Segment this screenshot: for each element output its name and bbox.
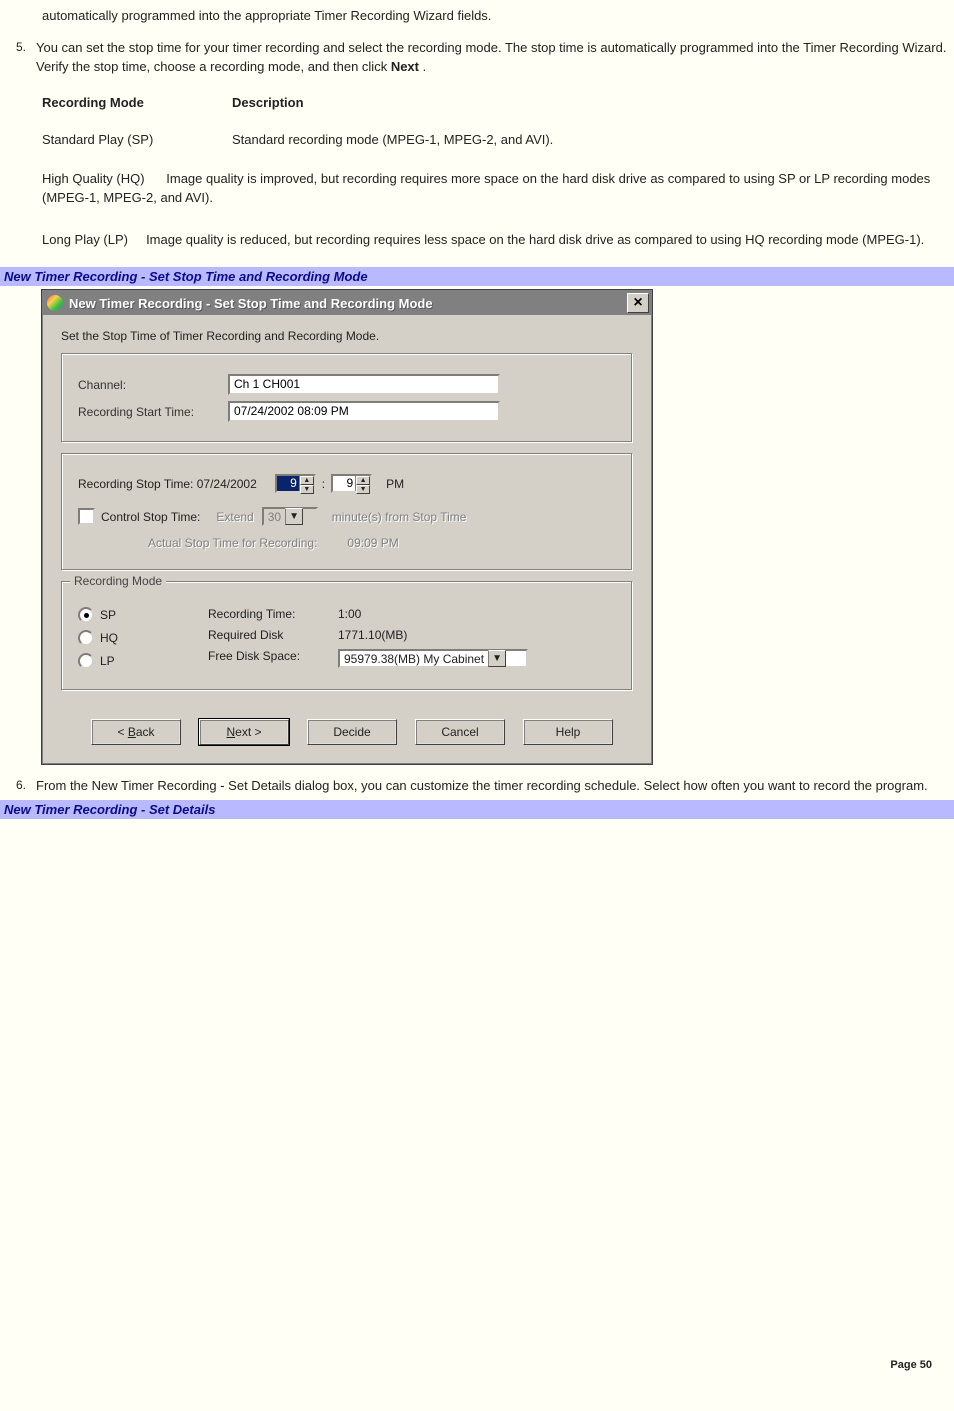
radio-hq[interactable] [78, 630, 94, 646]
channel-label: Channel: [78, 378, 228, 392]
recording-mode-legend: Recording Mode [70, 574, 166, 588]
stop-minute-spinner[interactable]: 9 ▲▼ [331, 474, 372, 493]
radio-lp-row[interactable]: LP [78, 653, 208, 669]
extend-combo: 30 ▼ [262, 507, 318, 526]
close-button[interactable]: × [627, 293, 649, 313]
radio-hq-row[interactable]: HQ [78, 630, 208, 646]
freedisk-combo[interactable]: 95979.38(MB) My Cabinet ▼ [338, 649, 528, 668]
extend-label: Extend [216, 510, 253, 524]
step-5: 5. You can set the stop time for your ti… [0, 38, 954, 77]
radio-sp-label: SP [100, 608, 116, 622]
radio-lp-label: LP [100, 654, 115, 668]
step-6: 6. From the New Timer Recording - Set De… [0, 776, 954, 796]
group-channel-start: Channel: Ch 1 CH001 Recording Start Time… [61, 353, 633, 443]
control-stop-time-checkbox[interactable] [78, 508, 95, 525]
dialog-title: New Timer Recording - Set Stop Time and … [69, 296, 627, 311]
decide-button[interactable]: Decide [307, 719, 397, 745]
radio-lp[interactable] [78, 653, 94, 669]
spinner-arrows-icon[interactable]: ▲▼ [299, 476, 314, 491]
step-5-text-b: . [419, 59, 426, 74]
dialog-button-bar: < Back Next > Decide Cancel Help [61, 719, 633, 745]
dialog-subtitle: Set the Stop Time of Timer Recording and… [61, 329, 633, 343]
rectime-value: 1:00 [338, 607, 616, 621]
extend-value: 30 [264, 510, 285, 524]
freedisk-label: Free Disk Space: [208, 649, 338, 663]
app-icon [47, 295, 63, 311]
table-row3-desc: Image quality is reduced, but recording … [146, 232, 924, 247]
table-row1-mode: Standard Play (SP) [42, 132, 232, 147]
step-6-body: From the New Timer Recording - Set Detai… [36, 776, 954, 796]
back-button[interactable]: < Back [91, 719, 181, 745]
stop-colon: : [322, 477, 325, 491]
stop-hour-spinner[interactable]: 9 ▲▼ [275, 474, 316, 493]
table-row1-desc: Standard recording mode (MPEG-1, MPEG-2,… [232, 132, 954, 147]
intro-paragraph: automatically programmed into the approp… [0, 6, 954, 26]
spinner-arrows-icon[interactable]: ▲▼ [355, 476, 370, 491]
start-time-input[interactable]: 07/24/2002 08:09 PM [228, 401, 500, 422]
step-6-number: 6. [0, 776, 36, 792]
dialog-stop-time: New Timer Recording - Set Stop Time and … [42, 290, 652, 764]
freedisk-value: 95979.38(MB) My Cabinet [340, 652, 488, 666]
radio-hq-label: HQ [100, 631, 118, 645]
table-header-desc: Description [232, 95, 304, 110]
cancel-button[interactable]: Cancel [415, 719, 505, 745]
reqdisk-label: Required Disk [208, 628, 338, 642]
step-5-text-a: You can set the stop time for your timer… [36, 40, 946, 75]
chevron-down-icon: ▼ [285, 508, 303, 525]
page-footer: Page 50 [0, 1359, 954, 1371]
radio-sp-row[interactable]: SP [78, 607, 208, 623]
help-button[interactable]: Help [523, 719, 613, 745]
next-button[interactable]: Next > [199, 719, 289, 745]
extend-suffix: minute(s) from Stop Time [332, 510, 467, 524]
caption-stop-time: New Timer Recording - Set Stop Time and … [0, 267, 954, 286]
group-stop-control: Recording Stop Time: 07/24/2002 9 ▲▼ : 9… [61, 453, 633, 571]
actual-stop-label: Actual Stop Time for Recording: [148, 536, 317, 550]
step-5-body: You can set the stop time for your timer… [36, 38, 954, 77]
step-5-bold: Next [391, 59, 419, 74]
stop-time-label: Recording Stop Time: 07/24/2002 [78, 477, 257, 491]
control-stop-time-label: Control Stop Time: [101, 510, 200, 524]
caption-set-details: New Timer Recording - Set Details [0, 800, 954, 819]
recording-mode-table: Recording Mode Description Standard Play… [42, 95, 954, 250]
reqdisk-value: 1771.10(MB) [338, 628, 616, 642]
group-recording-mode: Recording Mode SP HQ [61, 581, 633, 691]
step-5-number: 5. [0, 38, 36, 54]
table-row3-mode: Long Play (LP) [42, 232, 128, 247]
table-row2-mode: High Quality (HQ) [42, 171, 145, 186]
channel-input[interactable]: Ch 1 CH001 [228, 374, 500, 395]
rectime-label: Recording Time: [208, 607, 338, 621]
table-header-mode: Recording Mode [42, 95, 144, 110]
stop-minute-value: 9 [333, 476, 355, 491]
table-row2-desc: Image quality is improved, but recording… [42, 171, 930, 206]
stop-ampm: PM [386, 477, 404, 491]
stop-hour-value: 9 [277, 476, 299, 491]
start-time-label: Recording Start Time: [78, 405, 228, 419]
radio-sp[interactable] [78, 607, 94, 623]
chevron-down-icon[interactable]: ▼ [488, 650, 506, 667]
dialog-titlebar: New Timer Recording - Set Stop Time and … [43, 291, 651, 315]
actual-stop-value: 09:09 PM [347, 536, 398, 550]
